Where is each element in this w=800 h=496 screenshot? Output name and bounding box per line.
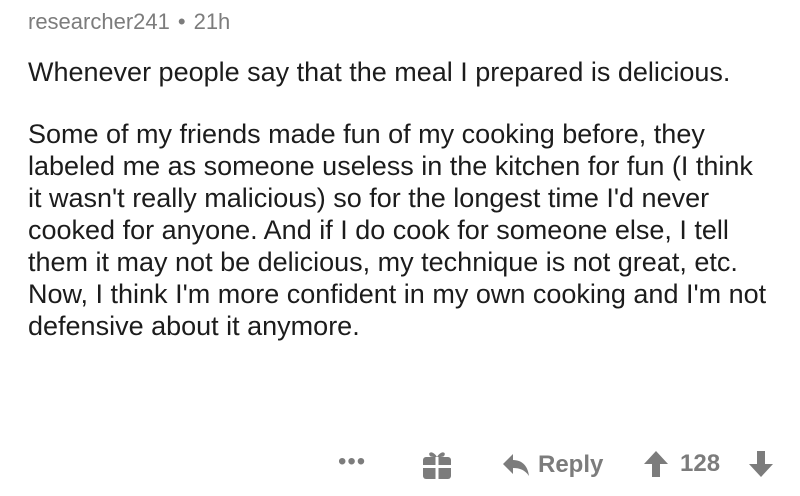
comment: researcher241 • 21h Whenever people say th… <box>28 0 788 496</box>
downvote-arrow-icon[interactable] <box>748 450 774 483</box>
reply-label: Reply <box>538 451 604 478</box>
comment-meta: researcher241 • 21h <box>28 8 230 36</box>
author-name[interactable]: researcher241 <box>28 9 170 34</box>
comment-body: Whenever people say that the meal I prep… <box>28 56 768 342</box>
gift-award-icon[interactable] <box>420 448 454 482</box>
meta-separator: • <box>177 9 186 34</box>
comment-paragraph: Some of my friends made fun of my cookin… <box>28 119 767 341</box>
reply-button[interactable]: Reply <box>502 448 603 482</box>
vote-score: 128 <box>680 450 721 477</box>
comment-actions: ••• Reply 128 <box>28 446 778 486</box>
comment-age[interactable]: 21h <box>194 9 231 34</box>
more-options-icon[interactable]: ••• <box>338 450 366 474</box>
comment-paragraph: Whenever people say that the meal I prep… <box>28 57 731 87</box>
reply-arrow-icon <box>502 452 530 478</box>
upvote-arrow-icon[interactable] <box>643 450 669 483</box>
